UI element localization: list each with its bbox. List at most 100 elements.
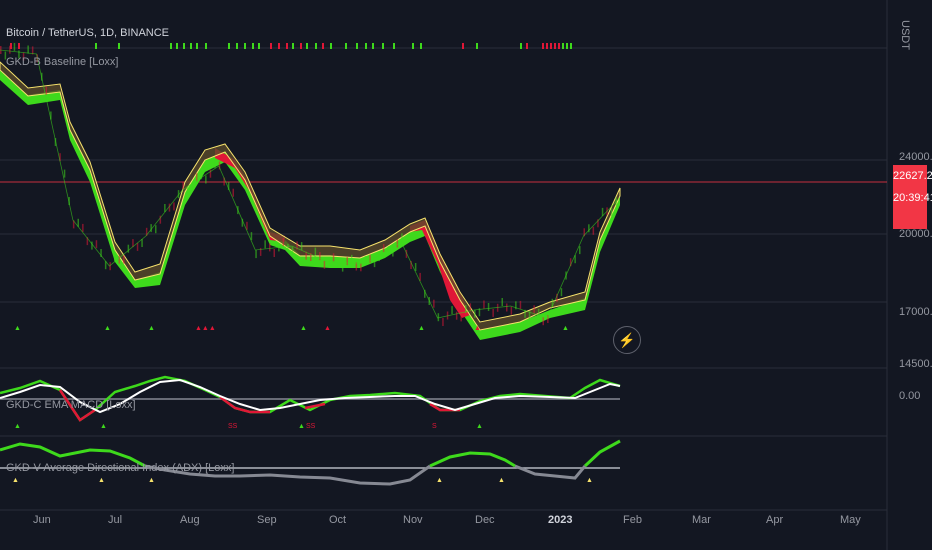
candle: [314, 247, 317, 256]
candle: [610, 208, 613, 217]
svg-text:▲: ▲: [476, 423, 483, 430]
candle: [401, 233, 403, 242]
candle: [95, 240, 98, 249]
candle: [487, 303, 490, 311]
candle: [414, 263, 417, 271]
candle: [337, 259, 339, 268]
signal-dot: [300, 43, 302, 49]
candle: [214, 160, 216, 169]
signal-dot: [356, 43, 358, 49]
candle: [164, 204, 166, 212]
candle: [455, 311, 458, 320]
candle: [469, 303, 472, 312]
symbol-title[interactable]: Bitcoin / TetherUS, 1D, BINANCE: [6, 27, 169, 39]
signal-dot: [176, 43, 178, 49]
signal-dot: [236, 43, 238, 49]
svg-text:▲: ▲: [298, 423, 305, 430]
svg-text:▲: ▲: [100, 423, 107, 430]
signal-dot: [190, 43, 192, 49]
candle: [13, 42, 16, 51]
indicator-label-adx[interactable]: GKD-V Average Directional Index (ADX) [L…: [6, 462, 234, 474]
candle: [232, 188, 234, 197]
lightning-icon[interactable]: ⚡: [613, 326, 641, 354]
candle: [155, 225, 157, 234]
svg-text:▲▲▲: ▲▲▲: [195, 325, 216, 332]
signal-dot: [270, 43, 272, 49]
candle: [542, 317, 544, 326]
candle: [378, 253, 380, 262]
candle: [250, 232, 253, 241]
time-tick: Aug: [180, 514, 200, 526]
signal-dot: [286, 43, 288, 49]
time-tick: May: [840, 514, 861, 526]
svg-text:▲: ▲: [562, 325, 569, 332]
signal-dot: [562, 43, 564, 49]
svg-text:▲: ▲: [14, 325, 21, 332]
indicator-label-macd[interactable]: GKD-C EMA MACD [Loxx]: [6, 399, 136, 411]
signal-dot: [345, 43, 347, 49]
signal-dot: [322, 43, 324, 49]
candle: [300, 242, 303, 251]
price-tick: 14500.00: [899, 358, 932, 370]
last-price-badge: 22627.24 20:39:41: [893, 165, 932, 229]
time-tick: Apr: [766, 514, 784, 526]
svg-text:▲: ▲: [148, 477, 155, 484]
macd-signals: ▲ ▲ SS ▲ SS S ▲: [14, 423, 483, 430]
candle: [579, 246, 581, 255]
candle: [519, 300, 522, 309]
candle: [373, 259, 376, 268]
svg-text:▲: ▲: [518, 325, 525, 332]
candle: [601, 207, 604, 216]
signal-dot: [365, 43, 367, 49]
candle: [396, 239, 399, 248]
signal-dot: [330, 43, 332, 49]
signal-dot: [570, 43, 572, 49]
svg-text:▲: ▲: [98, 477, 105, 484]
price-axis[interactable]: USDT 24000.00 20000.00 17000.00 14500.00…: [887, 0, 932, 510]
candle: [136, 242, 139, 251]
candle: [506, 303, 508, 312]
indicator-label-baseline[interactable]: GKD-B Baseline [Loxx]: [6, 56, 119, 68]
time-tick: Jul: [108, 514, 123, 526]
candle: [287, 243, 289, 252]
svg-text:▲: ▲: [586, 477, 593, 484]
signal-dot: [382, 43, 384, 49]
signal-dot: [393, 43, 395, 49]
candle: [341, 263, 344, 272]
signal-dot: [18, 43, 20, 49]
signal-dot: [228, 43, 230, 49]
candle: [182, 181, 184, 190]
last-price: 22627.24: [893, 170, 932, 182]
time-tick: Oct: [329, 514, 347, 526]
signal-dot: [526, 43, 528, 49]
signal-dot: [546, 43, 548, 49]
candle: [191, 183, 193, 192]
chart-canvas[interactable]: ▲ ▲ ▲ ▲▲▲ ▲ ▲ ▲ ▲ ▲ ▲ ▲ ▲ SS ▲ SS S ▲ ▲ ▲ ▲ ▲ ▲ ▲ Bitco…: [0, 0, 932, 550]
signal-dot: [554, 43, 556, 49]
svg-text:▲: ▲: [498, 477, 505, 484]
svg-text:▲: ▲: [436, 477, 443, 484]
time-axis[interactable]: Jun Jul Aug Sep Oct Nov Dec 2023 Feb Mar…: [0, 512, 887, 532]
signal-dot: [292, 43, 294, 49]
time-tick: Sep: [257, 514, 277, 526]
signal-dot: [118, 43, 120, 49]
signal-dot: [244, 43, 246, 49]
signal-dot: [372, 43, 374, 49]
svg-text:▲: ▲: [12, 477, 19, 484]
price-tick: 17000.00: [899, 306, 932, 318]
svg-text:S: S: [432, 423, 437, 430]
time-tick: Dec: [475, 514, 495, 526]
candle: [437, 313, 440, 322]
signal-dot: [462, 43, 464, 49]
candle: [592, 226, 595, 235]
candle: [433, 299, 435, 308]
candle: [114, 253, 116, 262]
candle: [351, 254, 353, 263]
candle: [9, 45, 11, 54]
candle: [173, 202, 175, 211]
signal-dot: [412, 43, 414, 49]
signal-dot: [558, 43, 560, 49]
signal-dot: [278, 43, 280, 49]
bar-countdown: 20:39:41: [893, 192, 932, 204]
candle: [492, 308, 494, 317]
